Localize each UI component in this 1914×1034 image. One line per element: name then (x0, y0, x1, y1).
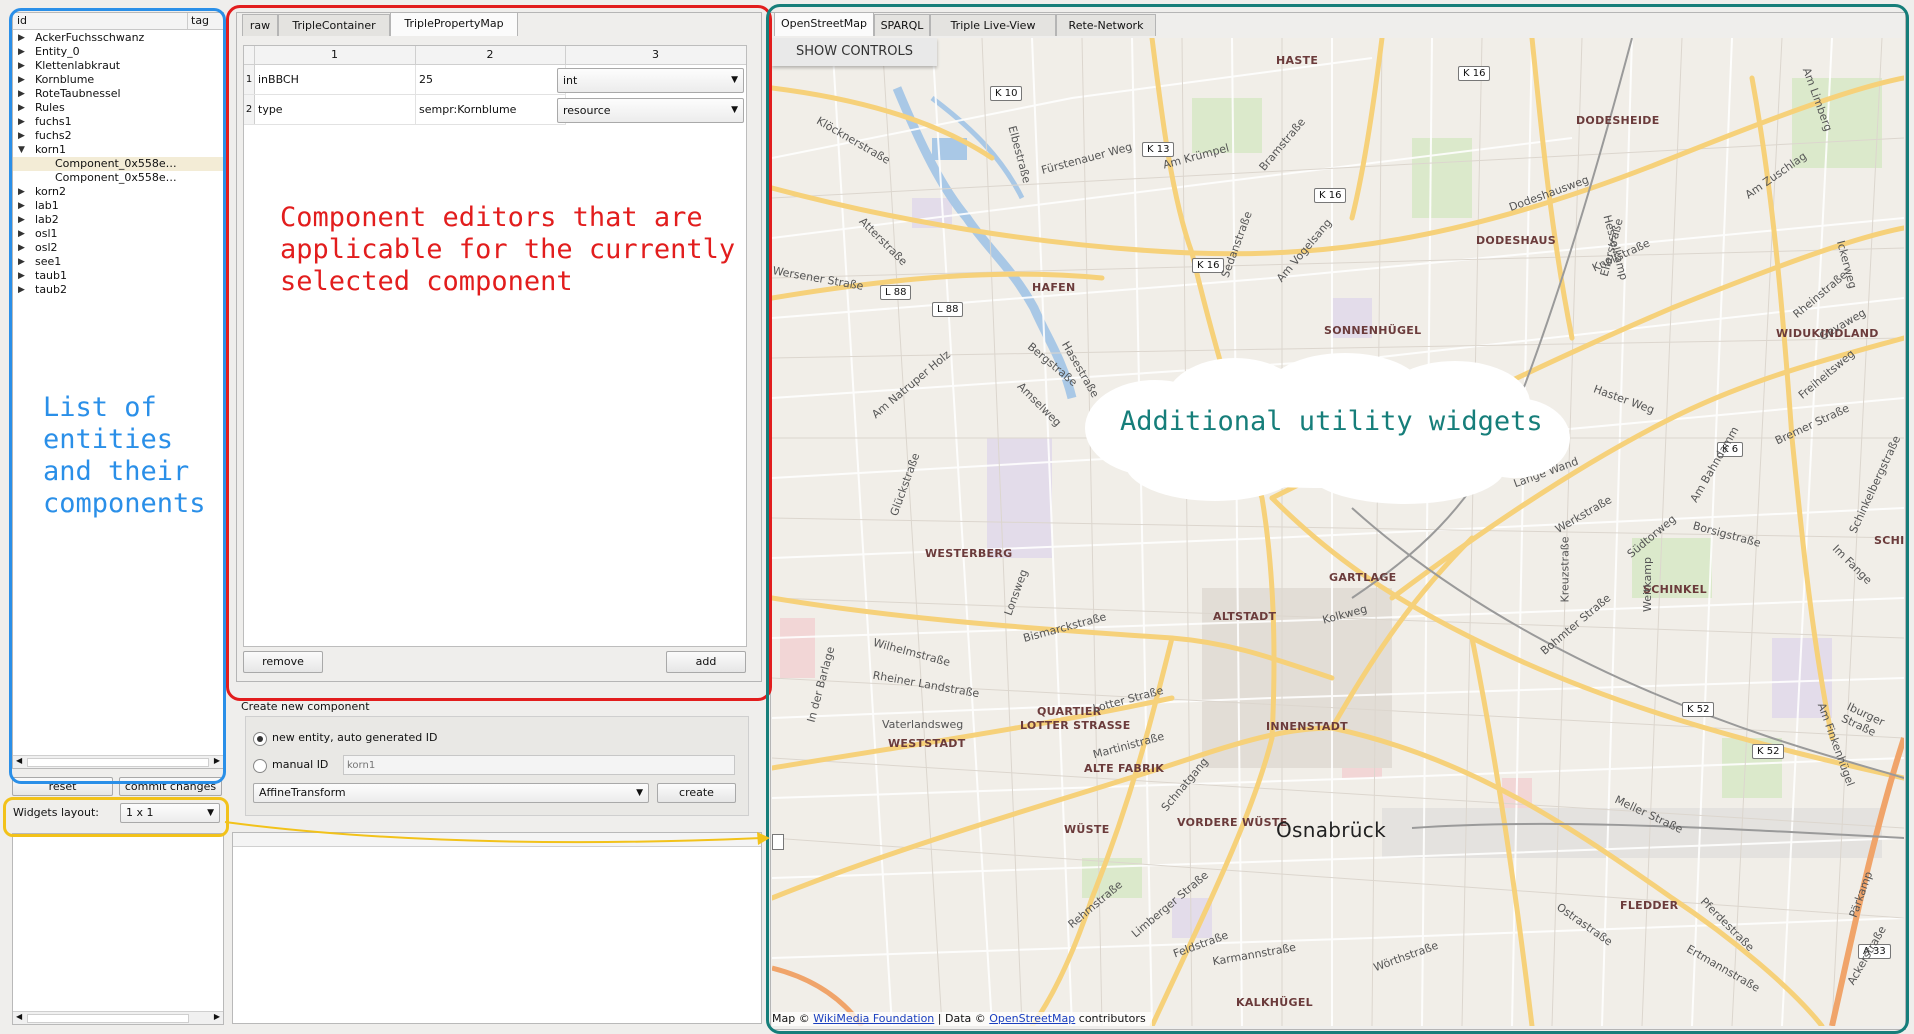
scroll-track[interactable] (27, 1014, 189, 1023)
scroll-left-icon[interactable]: ◀ (16, 1012, 22, 1021)
editors-annotation: Component editors that are applicable fo… (280, 202, 736, 297)
secondary-tree-scrollbar[interactable]: ◀ ▶ (13, 1011, 223, 1024)
component-type-select[interactable]: AffineTransform ▼ (253, 783, 649, 803)
create-component-title: Create new component (241, 700, 370, 713)
create-button[interactable]: create (657, 783, 736, 803)
radio-auto-id[interactable] (253, 732, 267, 746)
radio-auto-id-label[interactable]: new entity, auto generated ID (272, 731, 437, 744)
utility-annotation: Additional utility widgets (1120, 406, 1543, 437)
component-type-value: AffineTransform (259, 786, 346, 799)
secondary-tree[interactable]: ◀ ▶ (12, 833, 224, 1025)
chevron-down-icon: ▼ (636, 788, 643, 798)
scroll-right-icon[interactable]: ▶ (214, 1012, 220, 1021)
utility-highlight-box (766, 4, 1909, 1034)
entities-annotation: List of entities and their components (43, 392, 206, 519)
radio-manual-id[interactable] (253, 759, 267, 773)
manual-id-input[interactable] (343, 755, 735, 775)
editors-highlight-box (226, 5, 772, 701)
radio-manual-id-label[interactable]: manual ID (272, 758, 328, 771)
layout-highlight-box (3, 797, 229, 837)
output-panel[interactable] (232, 832, 762, 1024)
